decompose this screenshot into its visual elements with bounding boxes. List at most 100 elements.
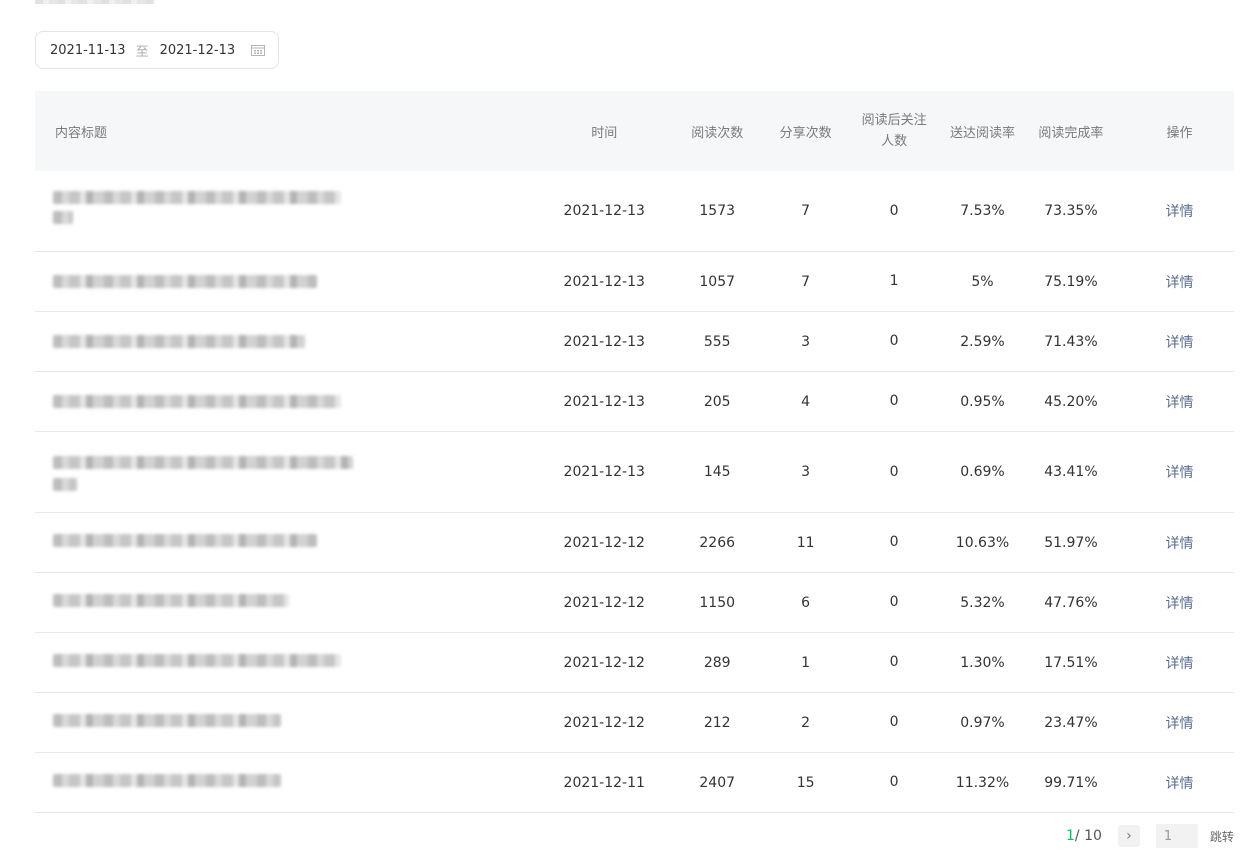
total-pages: / 10 [1074, 828, 1102, 844]
cell-time: 2021-12-12 [563, 714, 645, 731]
cell-completion-rate: 45.20% [1044, 393, 1098, 410]
cell-shares: 3 [801, 333, 811, 350]
cell-time: 2021-12-13 [563, 273, 645, 290]
cell-action: 详情 [1125, 773, 1234, 793]
cell-completion-rate: 75.19% [1044, 273, 1098, 290]
header-title: 内容标题 [55, 125, 108, 141]
cell-shares: 4 [801, 393, 811, 410]
calendar-icon[interactable] [251, 44, 266, 56]
cell-action: 详情 [1125, 713, 1234, 733]
detail-link[interactable]: 详情 [1166, 716, 1194, 732]
jump-button[interactable]: 跳转 [1210, 828, 1234, 845]
table-body: 2021-12-13 1573 7 0 7.53% 73.35% 详情 2021-12-13 1… [35, 171, 1234, 813]
cell-follows: 0 [889, 333, 899, 349]
table-row: 2021-12-12 212 2 0 0.97% 23.47% 详情 [35, 693, 1234, 753]
redacted-title-text [53, 335, 305, 348]
articles-table: 内容标题 时间 阅读次数 分享次数 阅读后关注 人数 送达阅读率 阅读完成率 操… [35, 91, 1234, 813]
cell-title-redacted[interactable] [35, 432, 545, 512]
detail-link[interactable]: 详情 [1166, 204, 1194, 220]
cell-completion-rate: 17.51% [1044, 654, 1098, 671]
cell-shares: 15 [796, 774, 815, 791]
cell-shares: 11 [796, 534, 815, 551]
detail-link[interactable]: 详情 [1166, 776, 1194, 792]
cell-shares: 7 [801, 203, 811, 219]
date-end[interactable]: 2021-12-13 [160, 43, 236, 58]
redacted-title-text [53, 478, 77, 491]
table-row: 2021-12-13 145 3 0 0.69% 43.41% 详情 [35, 432, 1234, 513]
cell-time: 2021-12-13 [563, 203, 645, 219]
detail-link[interactable]: 详情 [1166, 335, 1194, 351]
cell-shares: 3 [801, 464, 811, 480]
cell-follows: 0 [889, 534, 899, 550]
redacted-title-text [53, 594, 289, 607]
cell-follows: 0 [889, 202, 899, 219]
cell-follows: 0 [889, 393, 899, 409]
table-row: 2021-12-13 555 3 0 2.59% 71.43% 详情 [35, 312, 1234, 372]
cell-delivery-rate: 2.59% [960, 333, 1005, 350]
redacted-title-text [53, 395, 341, 408]
table-row: 2021-12-13 1057 7 1 5% 75.19% 详情 [35, 252, 1234, 312]
detail-link[interactable]: 详情 [1166, 596, 1194, 612]
cell-title-redacted[interactable] [35, 252, 545, 311]
page-jump-input[interactable] [1155, 824, 1198, 848]
cell-follows: 0 [889, 654, 899, 670]
cell-title-redacted[interactable] [35, 633, 545, 692]
cell-time: 2021-12-13 [563, 464, 645, 480]
cell-time: 2021-12-13 [563, 333, 645, 350]
date-start[interactable]: 2021-11-13 [50, 43, 126, 58]
table-row: 2021-12-11 2407 15 0 11.32% 99.71% 详情 [35, 753, 1234, 813]
detail-link[interactable]: 详情 [1166, 395, 1194, 411]
cell-delivery-rate: 10.63% [955, 534, 1010, 551]
cell-action: 详情 [1125, 332, 1234, 352]
table-row: 2021-12-12 2266 11 0 10.63% 51.97% 详情 [35, 513, 1234, 573]
detail-link[interactable]: 详情 [1166, 656, 1194, 672]
cell-delivery-rate: 0.97% [960, 714, 1005, 731]
cell-title-redacted[interactable] [35, 171, 545, 251]
header-follows-line2: 人数 [881, 134, 908, 149]
cell-title-redacted[interactable] [35, 753, 545, 812]
cell-time: 2021-12-12 [563, 534, 645, 551]
cell-shares: 1 [801, 654, 811, 671]
detail-link[interactable]: 详情 [1166, 536, 1194, 552]
cell-reads: 555 [703, 333, 731, 350]
header-shares: 分享次数 [779, 125, 832, 141]
cell-title-redacted[interactable] [35, 693, 545, 752]
table-row: 2021-12-13 205 4 0 0.95% 45.20% 详情 [35, 372, 1234, 432]
cell-follows: 0 [889, 714, 899, 730]
cell-completion-rate: 73.35% [1044, 203, 1098, 219]
cell-action: 详情 [1125, 201, 1234, 221]
cell-delivery-rate: 1.30% [960, 654, 1005, 671]
cell-title-redacted[interactable] [35, 312, 545, 371]
cell-action: 详情 [1125, 392, 1234, 412]
cell-reads: 212 [703, 714, 731, 731]
date-range-picker[interactable]: 2021-11-13 至 2021-12-13 [35, 31, 279, 69]
cell-follows: 0 [889, 463, 899, 480]
detail-link[interactable]: 详情 [1166, 275, 1194, 291]
cell-reads: 1057 [699, 273, 736, 290]
redacted-title-text [53, 714, 281, 727]
current-page: 1 [1066, 828, 1075, 844]
cell-reads: 2407 [699, 774, 736, 791]
cell-reads: 145 [703, 464, 731, 480]
header-reads: 阅读次数 [691, 125, 744, 141]
redacted-title-text [53, 211, 73, 224]
cell-title-redacted[interactable] [35, 573, 545, 632]
cell-shares: 6 [801, 594, 811, 611]
cell-completion-rate: 99.71% [1044, 774, 1098, 791]
cell-title-redacted[interactable] [35, 513, 545, 572]
chevron-right-icon[interactable]: › [1117, 825, 1140, 847]
cell-completion-rate: 51.97% [1044, 534, 1098, 551]
cell-action: 详情 [1125, 653, 1234, 673]
redacted-title-text [53, 275, 317, 288]
header-follows-line1: 阅读后关注 [861, 113, 927, 128]
cell-completion-rate: 23.47% [1044, 714, 1098, 731]
cell-time: 2021-12-13 [563, 393, 645, 410]
redacted-title-text [53, 774, 281, 787]
detail-link[interactable]: 详情 [1166, 465, 1194, 481]
header-action: 操作 [1166, 125, 1193, 141]
redacted-title-text [53, 191, 341, 204]
cell-title-redacted[interactable] [35, 372, 545, 431]
cell-follows: 0 [889, 594, 899, 610]
cell-time: 2021-12-12 [563, 654, 645, 671]
header-completion-rate: 阅读完成率 [1038, 125, 1104, 141]
